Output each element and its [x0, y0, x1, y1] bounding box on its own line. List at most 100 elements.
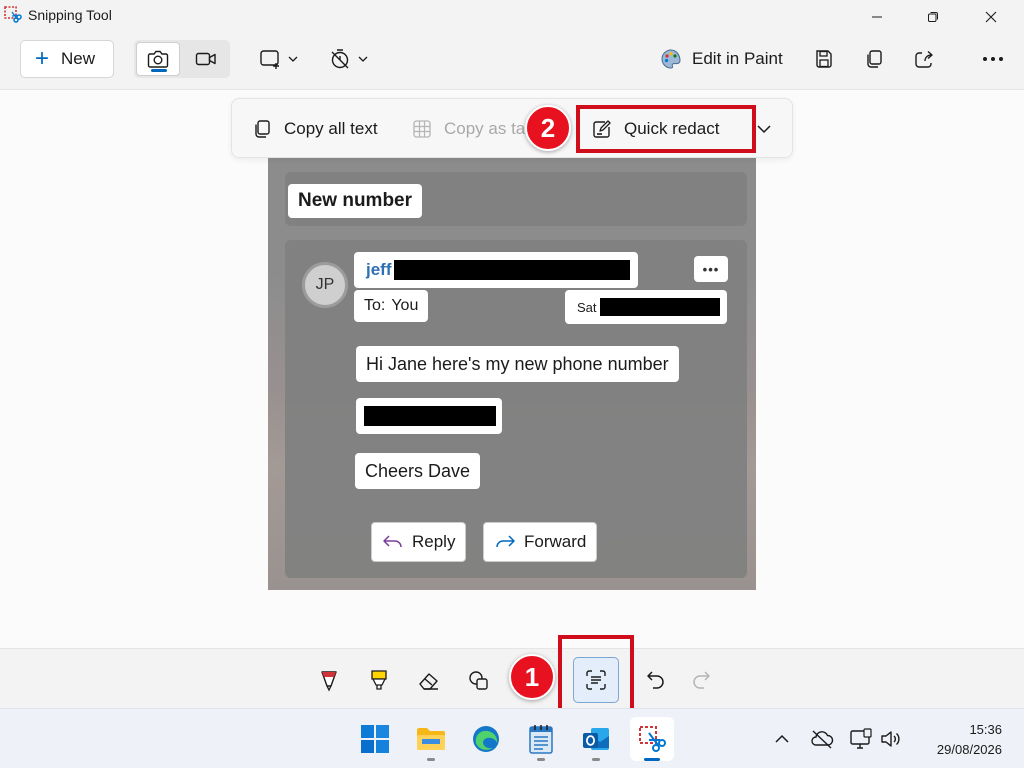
paint-palette-icon — [661, 49, 681, 69]
new-snip-button[interactable]: + New — [20, 40, 114, 78]
copy-icon — [255, 120, 270, 138]
title-bar: Snipping Tool — [0, 0, 1024, 34]
callout-badge-2: 2 — [525, 105, 571, 151]
chevron-down-icon — [288, 56, 298, 62]
save-button[interactable] — [810, 45, 838, 73]
toolbar: + New Edit in Paint — [0, 34, 1024, 90]
markup-toolbar: 1 — [0, 635, 1024, 717]
copy-as-table-label: Copy as ta — [444, 119, 526, 138]
notepad-taskbar-button[interactable] — [519, 717, 563, 761]
edit-in-paint-button[interactable]: Edit in Paint — [660, 45, 783, 73]
ballpoint-pen-tool[interactable] — [314, 665, 344, 695]
reply-icon — [383, 535, 402, 548]
rectangle-snip-icon — [260, 50, 279, 69]
forward-label: Forward — [524, 532, 587, 551]
forward-button: Forward — [483, 522, 598, 562]
windows-logo-icon — [361, 725, 389, 753]
to-value: You — [391, 297, 419, 314]
delay-timer-dropdown[interactable] — [328, 45, 370, 73]
shapes-tool[interactable] — [464, 665, 494, 695]
copy-all-text-label: Copy all text — [284, 119, 378, 138]
share-icon — [915, 50, 933, 68]
active-indicator — [644, 758, 660, 761]
onedrive-status[interactable] — [810, 727, 834, 751]
restore-icon — [928, 12, 938, 22]
table-icon — [413, 120, 431, 138]
share-button[interactable] — [910, 45, 938, 73]
outlook-taskbar-button[interactable] — [574, 717, 618, 761]
reply-label: Reply — [412, 532, 456, 551]
subject-text: New number — [288, 184, 423, 218]
cloud-offline-icon — [811, 730, 834, 749]
redact-pen-icon — [593, 120, 611, 138]
outlook-icon — [583, 728, 609, 750]
more-icon — [983, 57, 1003, 61]
snip-shape-dropdown[interactable] — [258, 45, 300, 73]
undo-icon — [647, 671, 664, 689]
chevron-down-icon — [757, 125, 771, 134]
snip-mode-button[interactable] — [136, 42, 180, 76]
network-monitor-icon — [850, 728, 872, 749]
start-button[interactable] — [353, 717, 397, 761]
to-field: To: You — [354, 290, 429, 322]
quick-redact-label: Quick redact — [624, 119, 720, 138]
reply-button: Reply — [371, 522, 467, 562]
edge-taskbar-button[interactable] — [464, 717, 508, 761]
snipping-tool-taskbar-button[interactable] — [630, 717, 674, 761]
copy-all-text-button[interactable]: Copy all text — [252, 117, 378, 141]
running-indicator — [592, 758, 600, 761]
folder-icon — [417, 728, 445, 750]
minimize-button[interactable] — [854, 0, 900, 34]
eraser-icon — [419, 673, 438, 690]
file-explorer-taskbar-button[interactable] — [409, 717, 453, 761]
camera-icon — [147, 50, 169, 68]
highlighter-tool[interactable] — [364, 665, 394, 695]
no-timer-icon — [331, 49, 349, 69]
text-actions-button[interactable] — [573, 657, 619, 703]
close-icon — [985, 11, 997, 23]
selected-indicator — [151, 69, 167, 72]
copy-as-table-button[interactable]: Copy as ta — [412, 117, 528, 141]
message-line-1: Hi Jane here's my new phone number — [356, 346, 679, 382]
snip-preview: New number JP jeff ••• To: You Sat Hi Ja… — [268, 158, 756, 590]
highlighter-icon — [371, 670, 387, 690]
restore-button[interactable] — [910, 0, 956, 34]
close-button[interactable] — [968, 0, 1014, 34]
sender-name: jeff — [366, 260, 392, 279]
callout-badge-1: 1 — [509, 654, 555, 700]
edge-browser-icon — [473, 726, 499, 752]
shapes-icon — [469, 671, 488, 690]
to-label: To: — [364, 297, 386, 314]
copy-button[interactable] — [860, 45, 888, 73]
redacted-phone-number — [364, 406, 496, 426]
save-icon — [816, 50, 832, 68]
message-signoff: Cheers Dave — [355, 453, 481, 489]
forward-icon — [496, 535, 515, 548]
quick-redact-button[interactable]: Quick redact — [592, 117, 719, 141]
network-status[interactable] — [849, 727, 873, 751]
eraser-tool[interactable] — [414, 665, 444, 695]
chevron-up-icon — [775, 734, 789, 743]
snipping-tool-app-icon — [4, 6, 22, 23]
redo-icon — [693, 671, 710, 689]
video-camera-icon — [195, 52, 216, 66]
date-prefix: Sat — [577, 299, 597, 315]
windows-taskbar: 15:36 29/08/2026 — [0, 708, 1024, 768]
text-actions-bar: Copy all text Copy as ta Quick redact 2 — [231, 98, 793, 158]
show-hidden-icons-button[interactable] — [772, 729, 792, 749]
undo-button[interactable] — [641, 665, 671, 695]
running-indicator — [537, 758, 545, 761]
redact-options-dropdown[interactable] — [752, 119, 776, 139]
text-scan-icon — [586, 670, 606, 690]
redacted-sender-email — [394, 260, 630, 280]
system-clock[interactable]: 15:36 29/08/2026 — [937, 720, 1002, 760]
more-options-button[interactable] — [978, 45, 1008, 73]
avatar: JP — [302, 262, 348, 308]
record-mode-button[interactable] — [184, 42, 228, 76]
redo-button[interactable] — [686, 665, 716, 695]
redacted-date — [600, 298, 720, 316]
volume-control[interactable] — [879, 727, 903, 751]
minimize-icon — [872, 16, 882, 18]
new-button-label: New — [61, 49, 96, 68]
notepad-icon — [529, 725, 553, 754]
